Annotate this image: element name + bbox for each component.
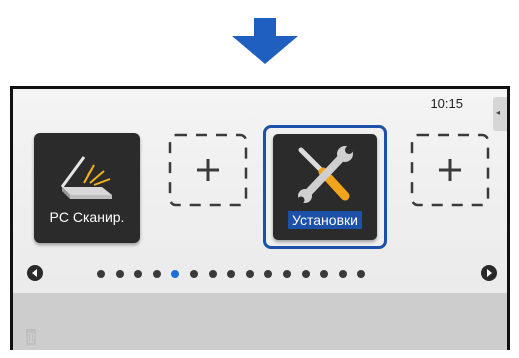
settings-tile-selection[interactable]: Установки [263,125,387,249]
page-dot[interactable] [320,270,329,278]
page-dot[interactable] [189,270,198,278]
page-dot[interactable] [338,270,347,278]
chevron-left-icon [32,269,37,277]
bottom-tray [13,293,507,350]
page-dot[interactable] [282,270,291,278]
chevron-right-icon [487,269,492,277]
add-shortcut-slot-2[interactable] [410,133,507,243]
page-dot[interactable] [208,270,217,278]
page-dot[interactable] [301,270,310,278]
add-shortcut-slot-1[interactable] [168,133,274,243]
down-arrow-icon [232,18,298,64]
plus-icon [168,133,248,207]
page-dot[interactable] [134,270,143,278]
page-dot[interactable] [97,270,105,278]
page-dot[interactable] [264,270,273,278]
pc-scanner-label: PC Сканир. [49,209,125,225]
clock: 10:15 [430,96,463,111]
settings-label: Установки [273,211,377,230]
trash-icon[interactable] [25,327,37,345]
page-dot[interactable] [245,270,254,278]
page-indicator [13,265,507,283]
home-screen: 10:15 ◂ PC Сканир. Установки [10,86,510,350]
page-dot[interactable] [152,270,161,278]
page-dots [97,270,366,278]
page-dot-active[interactable] [171,270,180,278]
previous-page-button[interactable] [27,265,43,281]
side-panel-tab[interactable]: ◂ [493,97,507,131]
settings-tile[interactable]: Установки [273,134,377,240]
page-dot[interactable] [115,270,124,278]
wrench-screwdriver-icon [297,146,353,204]
page-dot[interactable] [227,270,236,278]
scanner-icon [60,156,112,199]
pc-scanner-tile[interactable]: PC Сканир. [34,133,140,243]
side-tab-arrow-icon: ◂ [496,108,501,117]
page-dot[interactable] [357,270,366,278]
next-page-button[interactable] [481,265,497,281]
plus-icon [410,133,490,207]
